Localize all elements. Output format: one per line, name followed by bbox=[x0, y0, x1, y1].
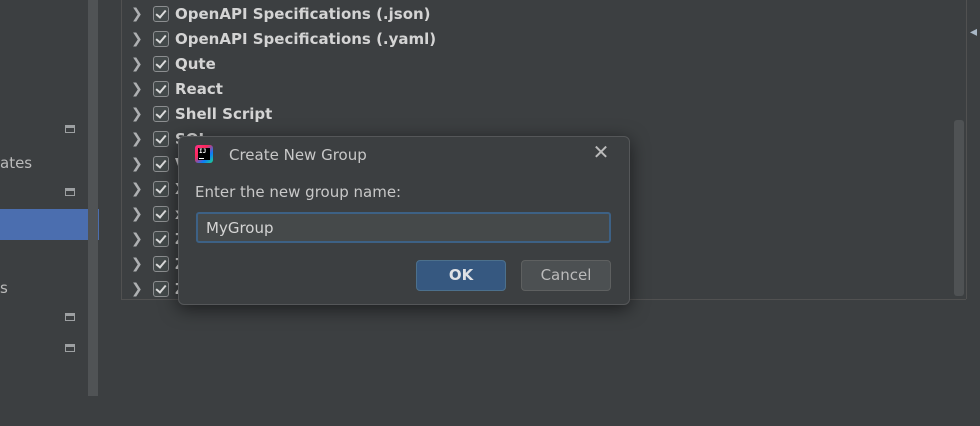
checkbox-checked-icon[interactable] bbox=[153, 56, 169, 72]
chevron-right-icon[interactable]: ❯ bbox=[131, 281, 143, 297]
chevron-right-icon[interactable]: ❯ bbox=[131, 6, 143, 22]
chevron-right-icon[interactable]: ❯ bbox=[131, 56, 143, 72]
dialog-title: Create New Group bbox=[229, 146, 367, 164]
chevron-right-icon[interactable]: ❯ bbox=[131, 231, 143, 247]
sidebar-item-partial-label[interactable]: ates bbox=[0, 154, 32, 172]
group-name-input[interactable] bbox=[196, 212, 611, 243]
tree-row-label: React bbox=[175, 80, 223, 98]
chevron-right-icon[interactable]: ❯ bbox=[131, 156, 143, 172]
tree-row-label: Qute bbox=[175, 55, 216, 73]
ok-button[interactable]: OK bbox=[416, 260, 506, 291]
checkbox-checked-icon[interactable] bbox=[153, 106, 169, 122]
chevron-right-icon[interactable]: ❯ bbox=[131, 256, 143, 272]
right-tool-strip bbox=[966, 0, 980, 299]
chevron-right-icon[interactable]: ❯ bbox=[131, 131, 143, 147]
checkbox-checked-icon[interactable] bbox=[153, 256, 169, 272]
checkbox-checked-icon[interactable] bbox=[153, 181, 169, 197]
tree-row[interactable]: ❯ OpenAPI Specifications (.yaml) bbox=[122, 27, 962, 52]
checkbox-checked-icon[interactable] bbox=[153, 81, 169, 97]
group-name-prompt: Enter the new group name: bbox=[195, 183, 402, 201]
chevron-right-icon[interactable]: ❯ bbox=[131, 31, 143, 47]
tree-row[interactable]: ❯ Shell Script bbox=[122, 102, 962, 127]
collapse-icon[interactable] bbox=[65, 125, 75, 133]
tree-scrollbar[interactable] bbox=[954, 120, 964, 296]
tree-row[interactable]: ❯ OpenAPI Specifications (.json) bbox=[122, 2, 962, 27]
empty-panel-area bbox=[99, 300, 980, 426]
checkbox-checked-icon[interactable] bbox=[153, 31, 169, 47]
tree-row-label: OpenAPI Specifications (.yaml) bbox=[175, 30, 437, 48]
settings-sidebar: ates s bbox=[0, 0, 99, 426]
chevron-right-icon[interactable]: ❯ bbox=[131, 181, 143, 197]
tree-row[interactable]: ❯ React bbox=[122, 77, 962, 102]
checkbox-checked-icon[interactable] bbox=[153, 131, 169, 147]
checkbox-checked-icon[interactable] bbox=[153, 281, 169, 297]
tree-row[interactable]: ❯ Qute bbox=[122, 52, 962, 77]
collapse-icon[interactable] bbox=[65, 188, 75, 196]
checkbox-checked-icon[interactable] bbox=[153, 206, 169, 222]
checkbox-checked-icon[interactable] bbox=[153, 231, 169, 247]
collapse-icon[interactable] bbox=[65, 344, 75, 352]
close-icon[interactable]: ✕ bbox=[589, 141, 613, 165]
chevron-right-icon[interactable]: ❯ bbox=[131, 81, 143, 97]
tree-row-label: Shell Script bbox=[175, 105, 273, 123]
cancel-button[interactable]: Cancel bbox=[521, 260, 611, 291]
sidebar-item-partial-label[interactable]: s bbox=[0, 279, 8, 297]
tree-row-label: OpenAPI Specifications (.json) bbox=[175, 5, 431, 23]
intellij-logo-icon: IJ bbox=[195, 145, 213, 163]
logo-lettering: IJ bbox=[199, 148, 207, 155]
checkbox-checked-icon[interactable] bbox=[153, 156, 169, 172]
checkbox-checked-icon[interactable] bbox=[153, 6, 169, 22]
create-new-group-dialog: IJ Create New Group ✕ Enter the new grou… bbox=[178, 136, 630, 305]
collapse-icon[interactable] bbox=[65, 313, 75, 321]
sidebar-item-selected[interactable] bbox=[0, 209, 99, 240]
tool-strip-icon[interactable]: ◂ bbox=[970, 24, 977, 40]
chevron-right-icon[interactable]: ❯ bbox=[131, 206, 143, 222]
sidebar-scrollbar[interactable] bbox=[88, 0, 98, 396]
chevron-right-icon[interactable]: ❯ bbox=[131, 106, 143, 122]
